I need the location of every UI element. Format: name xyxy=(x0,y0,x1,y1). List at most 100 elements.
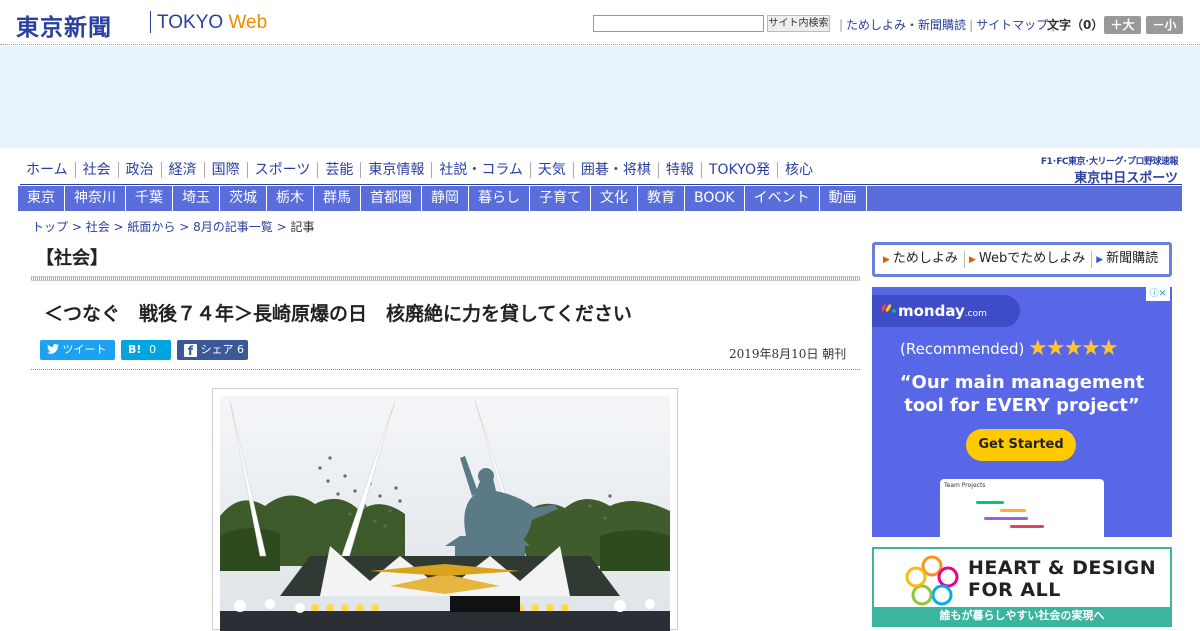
article-photo[interactable] xyxy=(212,388,678,631)
menu-trial-read[interactable]: ▶ ためしよみ xyxy=(879,251,965,268)
gantt-bar xyxy=(1010,525,1044,528)
regional-nav-item[interactable]: 静岡 xyxy=(422,186,469,211)
gantt-bar xyxy=(984,517,1028,520)
breadcrumb-top[interactable]: トップ xyxy=(32,220,68,234)
site-header: 東京新聞 TOKYO Web サイト内検索 | ためしよみ・新聞購読 | サイトマップ… xyxy=(0,0,1200,45)
nav-item[interactable]: スポーツ xyxy=(246,162,318,178)
breadcrumb-society[interactable]: 社会 xyxy=(86,220,110,234)
article-date: 2019年8月10日 朝刊 xyxy=(729,347,847,361)
regional-nav-item[interactable]: 暮らし xyxy=(469,186,530,211)
regional-nav-item[interactable]: 教育 xyxy=(638,186,685,211)
nav-item[interactable]: 天気 xyxy=(529,162,573,178)
regional-nav-item[interactable]: 栃木 xyxy=(267,186,314,211)
regional-nav-item[interactable]: 子育て xyxy=(530,186,591,211)
site-logo[interactable]: 東京新聞 xyxy=(16,8,112,42)
chunichi-tagline: F1･FC東京･大リーグ･プロ野球速報 xyxy=(1040,157,1179,167)
heart-title-line2: FOR ALL xyxy=(968,579,1061,601)
logo-web-text: Web xyxy=(228,12,268,33)
nav-item[interactable]: 囲碁・将棋 xyxy=(572,162,658,178)
chunichi-logo: 東京中日スポーツ xyxy=(1074,171,1178,186)
primary-nav: ホーム 社会 政治 経済 国際 スポーツ 芸能 東京情報 社説・コラム 天気 囲碁・将棋 特報 TOKY… xyxy=(20,158,1182,185)
search-input[interactable] xyxy=(593,15,764,32)
monday-quote: “Our main management tool for EVERY proj… xyxy=(899,372,1145,416)
twitter-bird-icon xyxy=(47,341,59,354)
adchoices-icon[interactable]: ⓘ✕ xyxy=(1146,287,1170,301)
gantt-bar xyxy=(1000,509,1026,512)
logo-tokyo-text: TOKYO xyxy=(157,12,224,33)
nav-item[interactable]: 社会 xyxy=(74,162,118,178)
menu-subscribe[interactable]: ▶ 新聞購読 xyxy=(1092,251,1164,268)
hatena-count: 0 xyxy=(149,343,157,356)
tweet-button[interactable]: ツイート xyxy=(40,340,115,360)
regional-nav-item[interactable]: BOOK xyxy=(685,186,745,211)
monday-recommended: (Recommended) xyxy=(900,340,1025,358)
monday-brand: monday xyxy=(898,302,965,320)
sitemap-link[interactable]: サイトマップ xyxy=(976,18,1048,32)
monday-brand-suffix: .com xyxy=(964,309,987,319)
regional-nav-item[interactable]: 東京 xyxy=(18,186,65,211)
screenshot-title: Team Projects xyxy=(944,482,986,489)
heart-design-ad[interactable]: HEART & DESIGN FOR ALL 誰もが暮らしやすい社会の実現へ xyxy=(872,547,1172,627)
hatena-b-icon: B! xyxy=(128,343,142,356)
arrow-right-icon: ▶ xyxy=(883,255,890,265)
trial-subscribe-link[interactable]: ためしよみ・新聞購読 xyxy=(846,18,966,32)
gantt-bar xyxy=(976,501,1004,504)
breadcrumb-current: 記事 xyxy=(290,220,315,234)
nav-item[interactable]: TOKYO発 xyxy=(700,162,777,178)
subscription-menu: ▶ ためしよみ ▶ Webでためしよみ ▶ 新聞購読 xyxy=(872,242,1172,277)
regional-nav-item[interactable]: 首都圏 xyxy=(361,186,422,211)
font-larger-button[interactable]: ＋大 xyxy=(1104,16,1141,34)
nav-item[interactable]: 政治 xyxy=(117,162,161,178)
regional-nav-item[interactable]: 神奈川 xyxy=(65,186,126,211)
site-search-button[interactable]: サイト内検索 xyxy=(767,15,830,32)
breadcrumb-month[interactable]: 8月の記事一覧 xyxy=(193,220,273,234)
regional-nav-item[interactable]: 群馬 xyxy=(314,186,361,211)
menu-trial-read-label: ためしよみ xyxy=(892,251,958,266)
regional-nav-item[interactable]: 動画 xyxy=(820,186,867,211)
arrow-right-icon: ▶ xyxy=(1096,255,1104,265)
facebook-share-count: 6 xyxy=(237,343,244,356)
regional-nav-item[interactable]: イベント xyxy=(745,186,820,211)
top-ad-banner[interactable] xyxy=(0,46,1200,148)
nav-item[interactable]: 芸能 xyxy=(317,162,360,178)
menu-web-trial[interactable]: ▶ Webでためしよみ xyxy=(965,251,1093,268)
regional-nav-item[interactable]: 茨城 xyxy=(220,186,267,211)
regional-nav-item[interactable]: 埼玉 xyxy=(173,186,220,211)
chunichi-sports-banner[interactable]: F1･FC東京･大リーグ･プロ野球速報 東京中日スポーツ xyxy=(1040,154,1179,186)
menu-web-trial-label: Webでためしよみ xyxy=(978,251,1086,266)
hatena-bookmark-button[interactable]: B! 0 xyxy=(121,340,171,360)
font-smaller-button[interactable]: －小 xyxy=(1146,16,1183,34)
breadcrumb: トップ > 社会 > 紙面から > 8月の記事一覧 > 記事 xyxy=(32,220,315,234)
monday-mark-icon xyxy=(882,304,896,313)
logo-divider xyxy=(150,11,151,33)
article-headline: ＜つなぐ 戦後７４年＞長崎原爆の日 核廃絶に力を貸してください xyxy=(44,303,632,325)
nav-item[interactable]: 核心 xyxy=(776,162,820,178)
nav-item[interactable]: ホーム xyxy=(20,162,75,178)
menu-subscribe-label: 新聞購読 xyxy=(1106,251,1159,266)
section-divider xyxy=(31,276,860,281)
header-links: | ためしよみ・新聞購読 | サイトマップ | xyxy=(836,16,1058,33)
regional-nav-item[interactable]: 文化 xyxy=(591,186,638,211)
nav-item[interactable]: 国際 xyxy=(203,162,247,178)
heart-design-subtitle: 誰もが暮らしやすい社会の実現へ xyxy=(874,607,1170,625)
nav-item[interactable]: 経済 xyxy=(160,162,204,178)
peace-statue-photo xyxy=(220,396,670,631)
regional-nav-item[interactable]: 千葉 xyxy=(126,186,173,211)
breadcrumb-paper[interactable]: 紙面から xyxy=(127,220,175,234)
link-separator: | xyxy=(839,18,844,32)
monday-ad[interactable]: ⓘ✕ monday.com (Recommended) ★★★★★ “Our m… xyxy=(872,287,1172,537)
section-title: 【社会】 xyxy=(36,248,108,269)
nav-item[interactable]: 特報 xyxy=(657,162,701,178)
tokyo-web-logo[interactable]: TOKYO Web xyxy=(157,12,267,34)
facebook-share-label: シェア xyxy=(200,343,234,356)
heart-design-title: HEART & DESIGN FOR ALL xyxy=(968,557,1156,601)
heart-title-line1: HEART & DESIGN xyxy=(968,557,1157,579)
rating-stars-icon: ★★★★★ xyxy=(1028,336,1119,361)
get-started-button[interactable]: Get Started xyxy=(966,429,1076,461)
link-separator: | xyxy=(969,18,974,32)
nav-item[interactable]: 東京情報 xyxy=(360,162,431,178)
regional-nav: 東京 神奈川 千葉 埼玉 茨城 栃木 群馬 首都圏 静岡 暮らし 子育て 文化 教育 BOOK イベント 動画 xyxy=(18,186,1182,211)
nav-item[interactable]: 社説・コラム xyxy=(431,162,530,178)
facebook-share-button[interactable]: f シェア 6 xyxy=(177,340,248,360)
facebook-f-icon: f xyxy=(184,344,197,358)
